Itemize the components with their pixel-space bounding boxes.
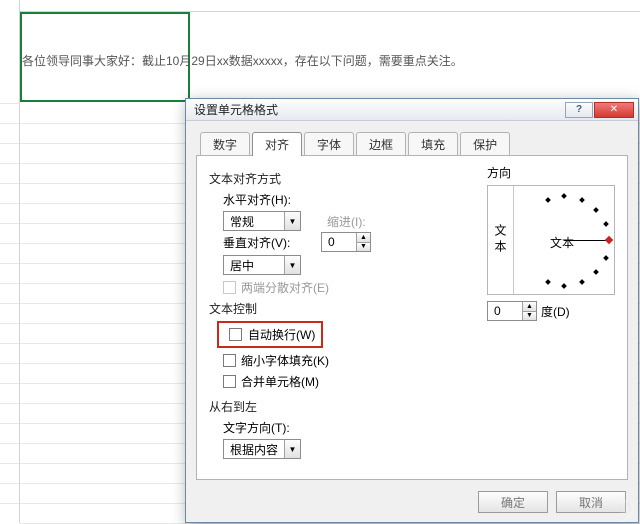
watermark: ❯ [619,498,634,519]
ok-button[interactable]: 确定 [478,491,548,513]
row-header-col [0,0,20,523]
tab-number[interactable]: 数字 [200,132,250,156]
col-header-row [20,0,640,12]
dialog-footer: 确定 取消 [186,488,638,522]
text-direction-value: 根据内容 [224,441,284,458]
alignment-panel: 文本对齐方式 水平对齐(H): 常规 ▼ 缩进(I): 垂直对齐(V): 0 [196,155,628,480]
degree-value: 0 [488,302,522,320]
tab-font[interactable]: 字体 [304,132,354,156]
degree-label: 度(D) [541,303,570,320]
indent-label: 缩进(I): [327,213,366,230]
h-align-label: 水平对齐(H): [223,191,291,208]
rtl-section-label: 从右到左 [209,398,615,415]
tab-border[interactable]: 边框 [356,132,406,156]
v-align-label: 垂直对齐(V): [223,234,290,251]
orientation-needle[interactable] [564,240,608,241]
indent-spinner[interactable]: 0 ▲▼ [321,232,371,252]
v-align-combo[interactable]: 居中 ▼ [223,255,301,275]
text-direction-combo[interactable]: 根据内容 ▼ [223,439,301,459]
shrink-to-fit-label: 缩小字体填充(K) [241,352,329,369]
orientation-label: 方向 [487,164,617,181]
chevron-up-icon[interactable]: ▲ [357,233,370,243]
merge-cells-checkbox[interactable] [223,375,236,388]
cancel-button[interactable]: 取消 [556,491,626,513]
shrink-to-fit-checkbox[interactable] [223,354,236,367]
cell-content-text: 各位领导同事大家好：截止10月29日xx数据xxxxx，存在以下问题，需要重点关… [22,52,452,69]
chevron-up-icon[interactable]: ▲ [523,302,536,312]
dialog-titlebar[interactable]: 设置单元格格式 ? ✕ [186,99,638,121]
wrap-text-checkbox[interactable] [229,328,242,341]
chevron-down-icon[interactable]: ▼ [523,312,536,321]
dialog-title: 设置单元格格式 [194,101,278,118]
h-align-combo[interactable]: 常规 ▼ [223,211,301,231]
close-button[interactable]: ✕ [594,102,634,118]
tab-alignment[interactable]: 对齐 [252,132,302,156]
justify-distributed-label: 两端分散对齐(E) [241,279,329,296]
indent-value: 0 [322,233,356,251]
tab-strip: 数字 对齐 字体 边框 填充 保护 [186,121,638,155]
justify-distributed-checkbox [223,281,236,294]
v-align-value: 居中 [224,257,284,274]
text-direction-label: 文字方向(T): [223,419,290,436]
merge-cells-label: 合并单元格(M) [241,373,319,390]
orientation-vertical-text[interactable]: 文本 [488,186,514,294]
orientation-center-text: 文本 [550,234,574,251]
chevron-down-icon[interactable]: ▼ [284,440,300,458]
h-align-value: 常规 [224,213,284,230]
tab-fill[interactable]: 填充 [408,132,458,156]
chevron-down-icon[interactable]: ▼ [357,243,370,252]
orientation-dial[interactable]: 文本 [514,186,614,294]
chevron-down-icon[interactable]: ▼ [284,212,300,230]
help-button[interactable]: ? [565,102,593,118]
wrap-text-label: 自动换行(W) [248,326,315,343]
degree-spinner[interactable]: 0 ▲▼ [487,301,537,321]
format-cells-dialog: 设置单元格格式 ? ✕ 数字 对齐 字体 边框 填充 保护 文本对齐方式 水平对… [185,98,639,523]
orientation-box[interactable]: 文本 文本 [487,185,615,295]
tab-protection[interactable]: 保护 [460,132,510,156]
wrap-text-highlight: 自动换行(W) [217,321,323,348]
chevron-down-icon[interactable]: ▼ [284,256,300,274]
